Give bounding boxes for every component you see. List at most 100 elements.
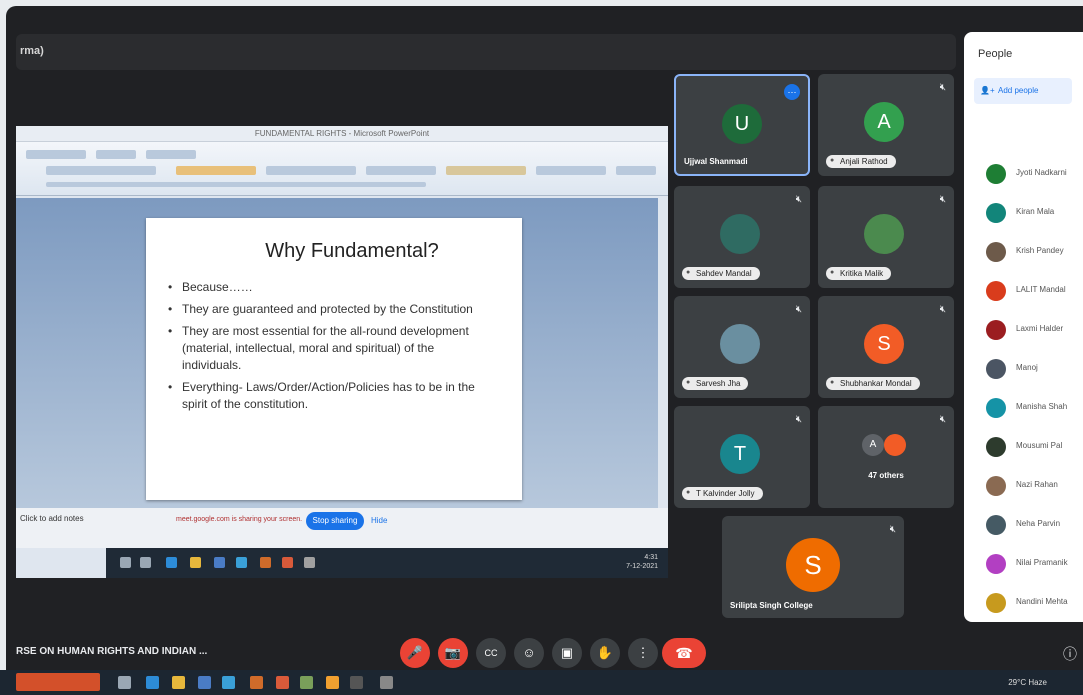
info-icon[interactable]: ⓘ (1063, 644, 1077, 664)
people-name: Nazi Rahan (1016, 480, 1058, 489)
participant-photo (720, 214, 760, 254)
people-name: Jyoti Nadkarni (1016, 168, 1067, 177)
slide-canvas: Why Fundamental? Because…… They are guar… (16, 198, 658, 508)
shared-screen: FUNDAMENTAL RIGHTS - Microsoft PowerPoin… (16, 126, 668, 578)
people-avatar (986, 437, 1006, 457)
participant-name: Sahdev Mandal (682, 267, 760, 280)
participant-tile[interactable]: 🔇︎ Sarvesh Jha (674, 296, 810, 398)
mic-toggle-button[interactable]: 🎤 (400, 638, 430, 668)
people-avatar (986, 593, 1006, 613)
people-avatar (986, 242, 1006, 262)
more-options-icon[interactable]: ⋯ (784, 84, 800, 100)
camera-toggle-button[interactable]: 📷 (438, 638, 468, 668)
participant-avatar: U (722, 104, 762, 144)
people-list-item[interactable]: Nazi Rahan (976, 474, 1083, 498)
participant-name: Sarvesh Jha (682, 377, 749, 390)
participant-name: T Kalvinder Jolly (682, 487, 763, 500)
more-options-button[interactable]: ⋮ (628, 638, 658, 668)
participant-name: Srilipta Singh College (730, 601, 813, 610)
others-avatar: A (862, 434, 884, 456)
people-list-item[interactable]: LALIT Mandal (976, 279, 1083, 303)
add-people-button[interactable]: Add people (974, 78, 1072, 104)
others-tile[interactable]: A 🔇︎ 47 others (818, 406, 954, 508)
participant-tile[interactable]: 🔇︎ Kritika Malik (818, 186, 954, 288)
participant-name: Ujjwal Shanmadi (684, 157, 748, 166)
participant-name: Shubhankar Mondal (826, 377, 920, 390)
slide-bullet: Everything- Laws/Order/Action/Policies h… (168, 379, 496, 413)
raise-hand-button[interactable]: ✋ (590, 638, 620, 668)
people-list-item[interactable]: Nandini Mehta (976, 591, 1083, 615)
people-avatar (986, 281, 1006, 301)
people-name: Krish Pandey (1016, 246, 1064, 255)
others-avatar (884, 434, 906, 456)
ppt-ribbon (16, 142, 668, 196)
people-avatar (986, 476, 1006, 496)
people-list-item[interactable]: Manoj (976, 357, 1083, 381)
mic-off-icon: 🔇︎ (939, 194, 946, 205)
slide: Why Fundamental? Because…… They are guar… (146, 218, 522, 500)
participant-tile[interactable]: T 🔇︎ T Kalvinder Jolly (674, 406, 810, 508)
participant-photo (864, 214, 904, 254)
people-list-item[interactable]: Krish Pandey (976, 240, 1083, 264)
participant-tile[interactable]: S 🔇︎ Srilipta Singh College (722, 516, 904, 618)
people-list-item[interactable]: Laxmi Halder (976, 318, 1083, 342)
slide-bullet: Because…… (168, 279, 496, 296)
weather-widget[interactable]: 29°C Haze (1008, 678, 1047, 687)
stop-sharing-button[interactable]: Stop sharing (306, 512, 364, 530)
others-count: 47 others (868, 471, 904, 480)
people-list-item[interactable]: Kiran Mala (976, 201, 1083, 225)
hide-button[interactable]: Hide (371, 516, 387, 525)
mic-off-icon: 🔇︎ (795, 414, 802, 425)
shared-taskbar: 4:31 7-12-2021 (106, 548, 668, 578)
mic-off-icon: 🔇︎ (889, 524, 896, 535)
participant-name: Kritika Malik (826, 267, 892, 280)
participant-tile[interactable]: A 🔇︎ Anjali Rathod (818, 74, 954, 176)
shared-clock: 4:31 7-12-2021 (626, 554, 658, 570)
meeting-top-bar: rma) (16, 34, 956, 70)
participant-tile[interactable]: U ⋯ Ujjwal Shanmadi (674, 74, 810, 176)
mic-off-icon: 🔇︎ (939, 304, 946, 315)
people-name: LALIT Mandal (1016, 285, 1066, 294)
participant-avatar: T (720, 434, 760, 474)
participant-avatar: S (864, 324, 904, 364)
meeting-top-label: rma) (20, 45, 44, 57)
meet-window: rma) FUNDAMENTAL RIGHTS - Microsoft Powe… (6, 6, 1083, 695)
emoji-button[interactable]: ☺ (514, 638, 544, 668)
share-notice: meet.google.com is sharing your screen. (176, 516, 303, 523)
people-list-item[interactable]: Manisha Shah (976, 396, 1083, 420)
people-list-item[interactable]: Jyoti Nadkarni (976, 162, 1083, 186)
meeting-title: RSE ON HUMAN RIGHTS AND INDIAN ... (16, 646, 208, 657)
slide-bullets: Because…… They are guaranteed and protec… (168, 279, 496, 413)
slide-bullet: They are most essential for the all-roun… (168, 323, 496, 374)
people-avatar (986, 359, 1006, 379)
captions-button[interactable]: CC (476, 638, 506, 668)
host-taskbar: 29°C Haze (0, 670, 1083, 695)
end-call-button[interactable]: ☎ (662, 638, 706, 668)
people-name: Nilai Pramanik (1016, 558, 1068, 567)
people-avatar (986, 164, 1006, 184)
people-name: Manoj (1016, 363, 1038, 372)
people-name: Mousumi Pal (1016, 441, 1063, 450)
people-name: Kiran Mala (1016, 207, 1055, 216)
participant-name: Anjali Rathod (826, 155, 896, 168)
people-avatar (986, 398, 1006, 418)
people-name: Neha Parvin (1016, 519, 1061, 528)
notes-placeholder: Click to add notes (20, 514, 84, 523)
mic-off-icon: 🔇︎ (939, 82, 946, 93)
people-list-item[interactable]: Nilai Pramanik (976, 552, 1083, 576)
people-name: Laxmi Halder (1016, 324, 1064, 333)
people-name: Manisha Shah (1016, 402, 1068, 411)
people-list-item[interactable]: Neha Parvin (976, 513, 1083, 537)
participant-tile[interactable]: 🔇︎ Sahdev Mandal (674, 186, 810, 288)
people-avatar (986, 554, 1006, 574)
people-avatar (986, 320, 1006, 340)
slide-title: Why Fundamental? (265, 240, 439, 262)
participant-avatar: S (786, 538, 840, 592)
mic-off-icon: 🔇︎ (939, 414, 946, 425)
people-list-item[interactable]: Mousumi Pal (976, 435, 1083, 459)
shared-status-area: Click to add notes meet.google.com is sh… (16, 508, 668, 548)
people-avatar (986, 515, 1006, 535)
participant-tile[interactable]: S 🔇︎ Shubhankar Mondal (818, 296, 954, 398)
present-button[interactable]: ▣ (552, 638, 582, 668)
people-title: People (978, 48, 1013, 60)
